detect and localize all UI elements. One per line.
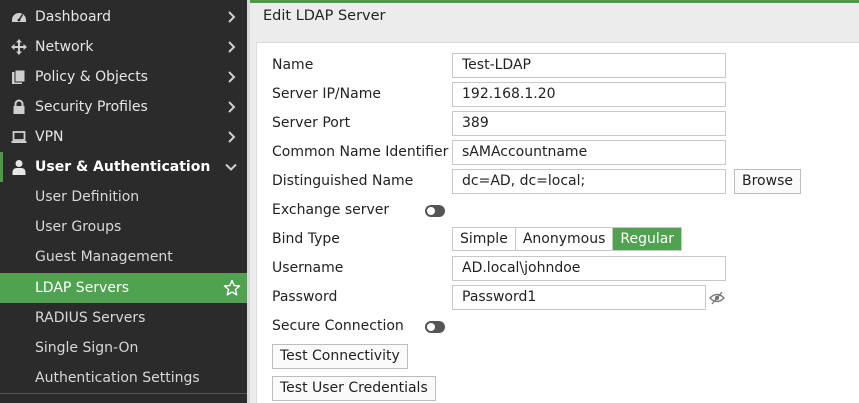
server-port-label: Server Port xyxy=(272,115,351,131)
sidebar-item-ldap-servers[interactable]: LDAP Servers xyxy=(0,273,247,303)
password-input[interactable]: Password1 xyxy=(452,285,706,310)
star-icon[interactable] xyxy=(223,279,241,297)
sidebar-item-security-profiles[interactable]: Security Profiles xyxy=(0,92,247,122)
sidebar-item-user-definition[interactable]: User Definition xyxy=(0,182,247,212)
sidebar-item-label: LDAP Servers xyxy=(35,280,130,296)
sidebar-divider xyxy=(0,393,247,394)
policy-objects-icon xyxy=(10,69,27,86)
sidebar: Dashboard Network Policy & Objects Secur… xyxy=(0,0,247,403)
server-port-input[interactable]: 389 xyxy=(452,111,726,136)
common-name-identifier-label: Common Name Identifier xyxy=(272,144,449,160)
server-ip-label: Server IP/Name xyxy=(272,86,381,102)
common-name-identifier-input[interactable]: sAMAccountname xyxy=(452,140,726,165)
user-icon xyxy=(10,159,27,176)
chevron-right-icon xyxy=(224,10,238,24)
sidebar-item-label: VPN xyxy=(35,129,64,145)
chevron-right-icon xyxy=(224,40,238,54)
sidebar-item-vpn[interactable]: VPN xyxy=(0,122,247,152)
chevron-right-icon xyxy=(224,100,238,114)
chevron-right-icon xyxy=(224,130,238,144)
test-user-credentials-button[interactable]: Test User Credentials xyxy=(272,376,436,401)
name-input[interactable]: Test-LDAP xyxy=(452,53,726,78)
sidebar-item-label: Single Sign-On xyxy=(35,340,139,356)
eye-slash-icon[interactable] xyxy=(709,291,725,305)
sidebar-item-label: Security Profiles xyxy=(35,99,148,115)
network-icon xyxy=(10,39,27,56)
password-label: Password xyxy=(272,289,338,305)
sidebar-item-label: User & Authentication xyxy=(35,159,211,175)
sidebar-item-label: Network xyxy=(35,39,94,55)
page-header: Edit LDAP Server xyxy=(250,0,859,33)
sidebar-item-label: User Groups xyxy=(35,219,122,235)
distinguished-name-input[interactable]: dc=AD, dc=local; xyxy=(452,169,726,194)
sidebar-item-radius-servers[interactable]: RADIUS Servers xyxy=(0,303,247,333)
sidebar-item-authentication-settings[interactable]: Authentication Settings xyxy=(0,363,247,393)
bind-type-regular[interactable]: Regular xyxy=(613,228,682,250)
secure-connection-label: Secure Connection xyxy=(272,318,404,334)
username-input[interactable]: AD.local\johndoe xyxy=(452,256,726,281)
distinguished-name-label: Distinguished Name xyxy=(272,173,414,189)
chevron-down-icon xyxy=(224,160,238,174)
main-content: Edit LDAP Server Name Test-LDAP Server I… xyxy=(250,0,859,403)
bind-type-simple[interactable]: Simple xyxy=(453,228,516,250)
sidebar-item-label: RADIUS Servers xyxy=(35,310,146,326)
laptop-icon xyxy=(10,129,27,146)
sidebar-item-policy-objects[interactable]: Policy & Objects xyxy=(0,62,247,92)
sidebar-item-guest-management[interactable]: Guest Management xyxy=(0,242,247,272)
chevron-right-icon xyxy=(224,70,238,84)
sidebar-item-label: User Definition xyxy=(35,189,140,205)
ldap-form-panel: Name Test-LDAP Server IP/Name 192.168.1.… xyxy=(256,42,859,403)
exchange-server-toggle[interactable] xyxy=(425,205,445,217)
dashboard-icon xyxy=(10,9,27,26)
sidebar-item-label: Authentication Settings xyxy=(35,370,200,386)
name-label: Name xyxy=(272,57,314,73)
sidebar-item-user-groups[interactable]: User Groups xyxy=(0,212,247,242)
bind-type-anonymous[interactable]: Anonymous xyxy=(515,228,614,250)
sidebar-item-network[interactable]: Network xyxy=(0,32,247,62)
sidebar-item-label: Policy & Objects xyxy=(35,69,148,85)
secure-connection-toggle[interactable] xyxy=(425,321,445,333)
sidebar-item-user-authentication[interactable]: User & Authentication xyxy=(0,152,247,182)
sidebar-item-single-sign-on[interactable]: Single Sign-On xyxy=(0,333,247,363)
bind-type-selector: Simple Anonymous Regular xyxy=(452,227,683,251)
sidebar-item-dashboard[interactable]: Dashboard xyxy=(0,2,247,32)
test-connectivity-button[interactable]: Test Connectivity xyxy=(272,344,408,369)
bind-type-label: Bind Type xyxy=(272,231,340,247)
lock-icon xyxy=(10,99,27,116)
sidebar-item-label: Dashboard xyxy=(35,9,111,25)
browse-button[interactable]: Browse xyxy=(734,169,801,194)
page-title: Edit LDAP Server xyxy=(263,8,386,24)
server-ip-input[interactable]: 192.168.1.20 xyxy=(452,82,726,107)
exchange-server-label: Exchange server xyxy=(272,202,390,218)
sidebar-item-label: Guest Management xyxy=(35,249,173,265)
username-label: Username xyxy=(272,260,344,276)
